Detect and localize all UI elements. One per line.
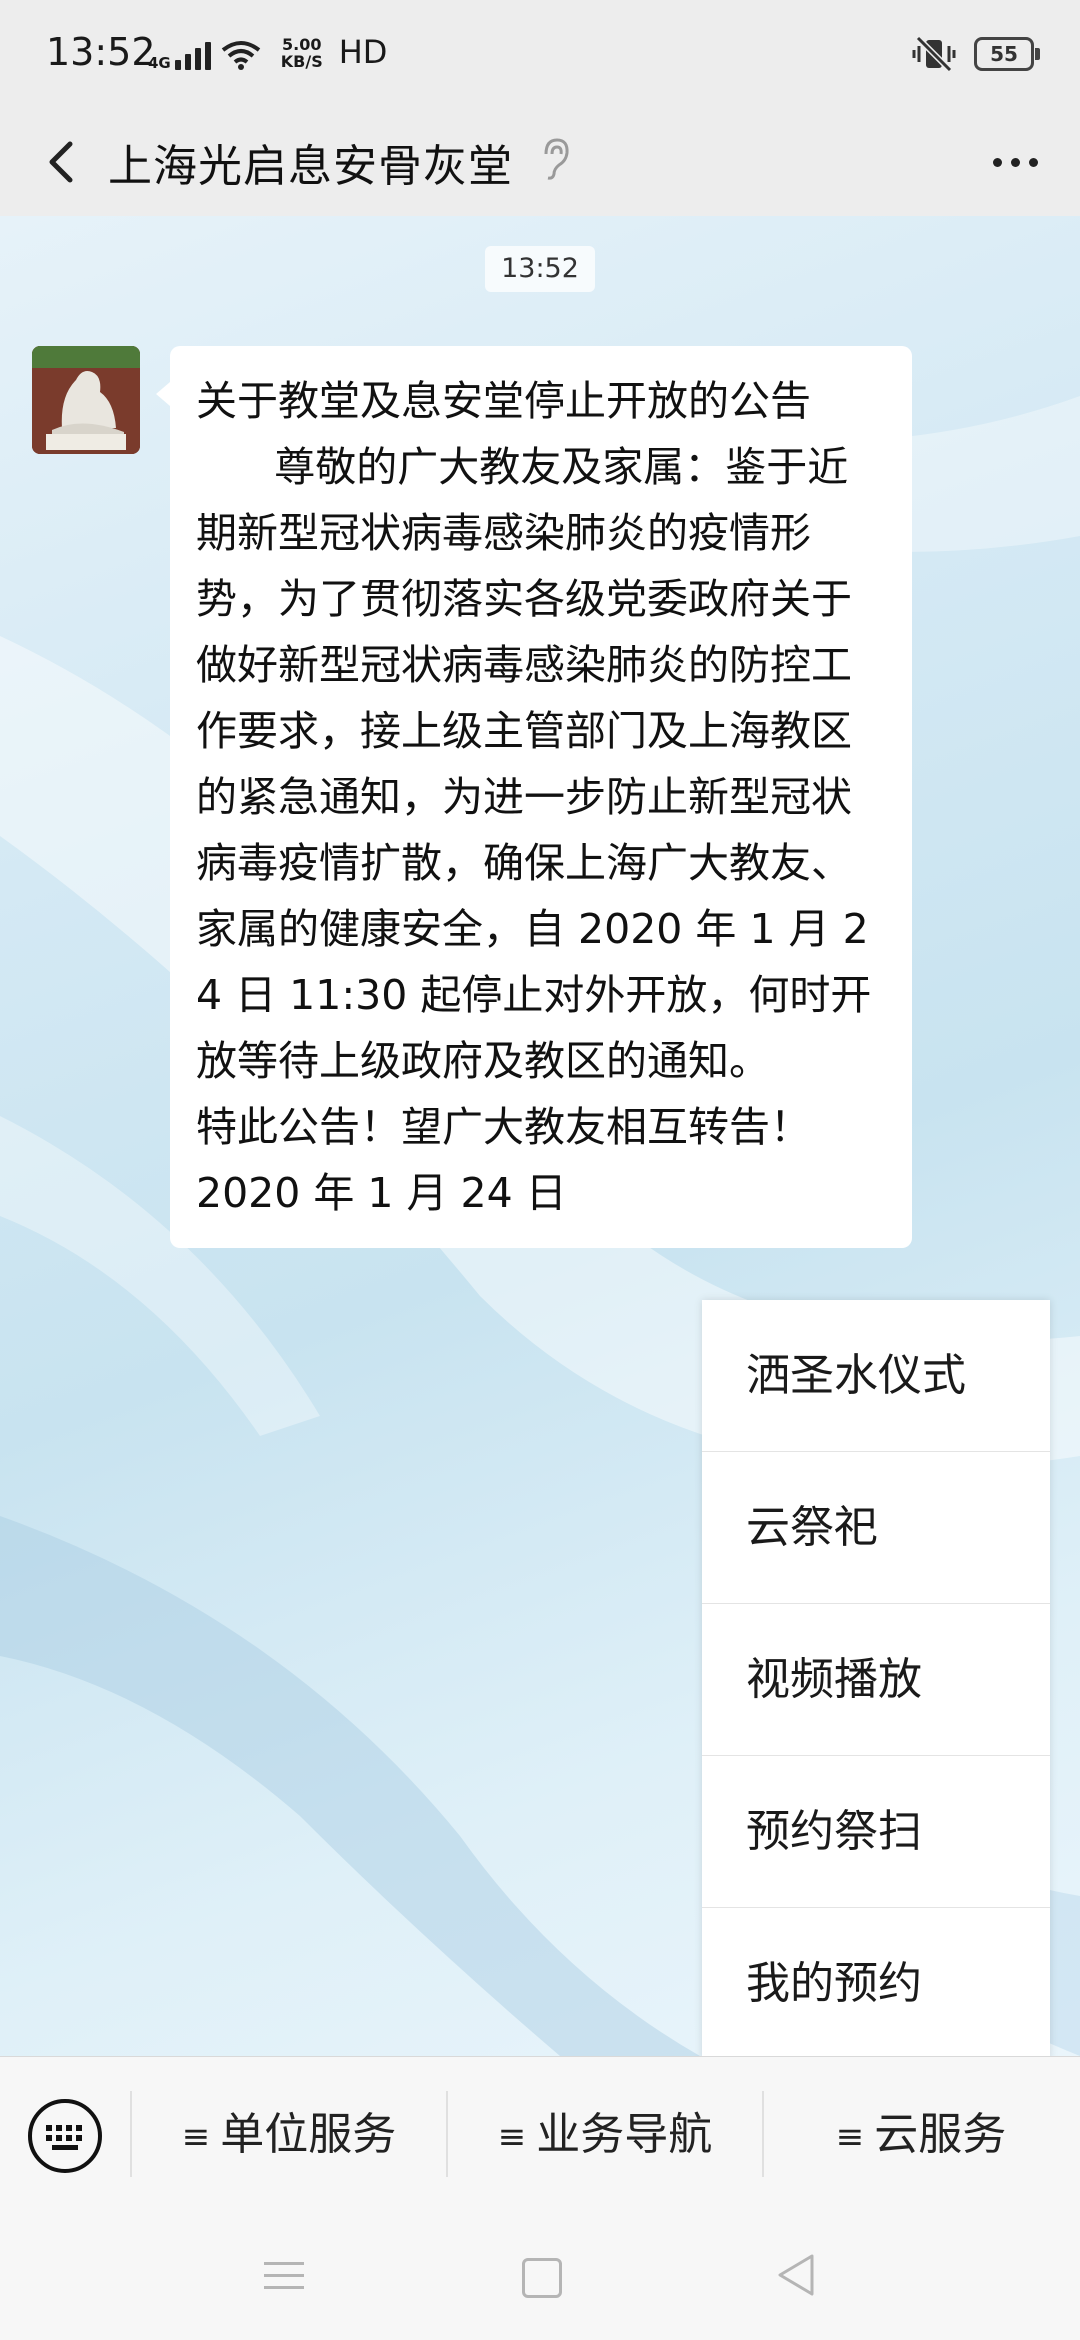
mute-vibrate-icon [912, 35, 956, 73]
message-timestamp: 13:52 [485, 246, 595, 292]
divider [446, 2091, 448, 2177]
more-button[interactable] [980, 134, 1050, 190]
divider [762, 2091, 764, 2177]
net-speed-unit: KB/S [280, 52, 323, 71]
wifi-icon [221, 41, 260, 70]
menu-lines-icon: ≡ [497, 2117, 527, 2157]
back-button[interactable] [30, 126, 100, 196]
menu-lines-icon: ≡ [181, 2117, 211, 2157]
service-menu-cloud-services[interactable]: ≡ 云服务 [768, 2097, 1074, 2173]
message-text: 关于教堂及息安堂停止开放的公告 尊敬的广大教友及家属：鉴于近期新型冠状病毒感染肺… [196, 377, 872, 1217]
net-speed: 5.00 KB/S [281, 36, 323, 70]
service-menu-label: 业务导航 [536, 2109, 713, 2160]
service-menu-unit-services[interactable]: ≡ 单位服务 [136, 2097, 442, 2173]
battery-icon: 55 [974, 37, 1040, 71]
back-icon[interactable] [776, 2252, 816, 2298]
home-icon[interactable] [522, 2258, 562, 2298]
menu-icon[interactable] [264, 2262, 304, 2298]
service-menu-bar: ≡ 单位服务 ≡ 业务导航 ≡ 云服务 [0, 2056, 1080, 2211]
net-speed-value: 5.00 [281, 35, 322, 54]
page-title: 上海光启息安骨灰堂 [108, 141, 513, 192]
status-bar: 13:52 4G 5.00 KB/S HD 55 [0, 0, 1080, 108]
more-icon [992, 157, 1038, 167]
menu-item-book-visit[interactable]: 预约祭扫 [702, 1756, 1050, 1908]
hd-indicator: HD [338, 33, 388, 71]
message-bubble[interactable]: 关于教堂及息安堂停止开放的公告 尊敬的广大教友及家属：鉴于近期新型冠状病毒感染肺… [156, 346, 912, 1248]
service-menu-label: 云服务 [874, 2109, 1007, 2160]
ear-icon[interactable] [540, 136, 570, 182]
chat-area[interactable]: 13:52 关于教堂及息安堂停止开放的公告 尊敬的广大教友及家属：鉴于近期新型冠… [0, 216, 1080, 2056]
menu-item-video-playback[interactable]: 视频播放 [702, 1604, 1050, 1756]
popup-menu: 洒圣水仪式 云祭祀 视频播放 预约祭扫 我的预约 [702, 1300, 1050, 2056]
service-menu-label: 单位服务 [220, 2109, 397, 2160]
menu-item-holy-water[interactable]: 洒圣水仪式 [702, 1300, 1050, 1452]
status-right-icons: 55 [912, 34, 1040, 74]
keyboard-toggle-button[interactable] [26, 2097, 104, 2175]
network-type: 4G [148, 54, 171, 72]
menu-item-cloud-memorial[interactable]: 云祭祀 [702, 1452, 1050, 1604]
status-left-icons: 4G 5.00 KB/S HD [148, 33, 388, 72]
title-bar: 上海光启息安骨灰堂 [0, 108, 1080, 216]
battery-level: 55 [990, 42, 1018, 66]
back-arrow-icon [49, 141, 73, 183]
keyboard-icon [28, 2099, 102, 2173]
system-nav-bar [0, 2210, 1080, 2340]
menu-item-my-bookings[interactable]: 我的预约 [702, 1908, 1050, 2056]
signal-icon: 4G [148, 40, 211, 72]
status-time: 13:52 [46, 30, 156, 74]
service-menu-business-navigation[interactable]: ≡ 业务导航 [452, 2097, 758, 2173]
statue-avatar-image [32, 346, 140, 454]
avatar[interactable] [32, 346, 140, 454]
menu-lines-icon: ≡ [835, 2117, 865, 2157]
divider [130, 2091, 132, 2177]
